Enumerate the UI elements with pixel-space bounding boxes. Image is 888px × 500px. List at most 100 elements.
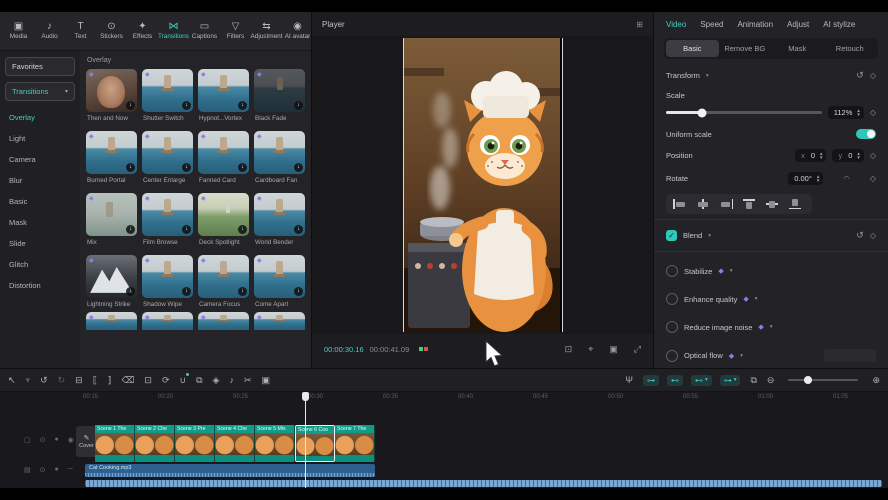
sidebar-item-light[interactable]: Light <box>5 128 75 149</box>
zoom-out-icon[interactable]: ⊖ <box>767 375 775 386</box>
Center Enlarge[interactable]: ◆ ↓ Center Enlarge <box>142 131 193 188</box>
toolbar-captions[interactable]: ▭ Captions <box>190 20 219 42</box>
crop-icon[interactable]: ⊡ <box>144 375 152 386</box>
Mix[interactable]: ◆ ↓ Mix <box>86 193 137 250</box>
scale-slider[interactable] <box>666 111 822 114</box>
delete-icon[interactable]: ⌫ <box>122 375 135 386</box>
zoom-in-icon[interactable]: ⊕ <box>872 375 880 386</box>
mute-track-icon[interactable]: ● <box>55 436 59 444</box>
position-x-box[interactable]: x 0 ▲▼ <box>795 149 826 162</box>
Shutter Switch[interactable]: ◆ ↓ Shutter Switch <box>142 69 193 126</box>
Shadow Wipe[interactable]: ◆ ↓ Shadow Wipe <box>142 255 193 312</box>
rotate-dial-icon[interactable]: ◠ <box>843 174 850 183</box>
chevron-down-icon[interactable]: ▾ <box>706 73 709 79</box>
select-tool-caret[interactable]: ▾ <box>26 375 31 386</box>
subtab-retouch[interactable]: Retouch <box>824 40 877 57</box>
scale-stepper[interactable]: ▲▼ <box>856 109 860 117</box>
sidebar-item-overlay[interactable]: Overlay <box>5 107 75 128</box>
clip-scene-4[interactable]: Scene 4 Che <box>215 425 255 462</box>
Camera Focus[interactable]: ◆ ↓ Camera Focus <box>198 255 249 312</box>
audio-tool-icon[interactable]: ♪ <box>229 375 234 385</box>
toolbar-effects[interactable]: ✦ Effects <box>128 20 157 42</box>
clip-scene-3[interactable]: Scene 3 Pre <box>175 425 215 462</box>
clip-scene-2[interactable]: Scene 2 Che <box>135 425 175 462</box>
toolbar-audio[interactable]: ♪ Audio <box>35 20 64 42</box>
tab-video[interactable]: Video <box>666 20 686 29</box>
toolbar-filters[interactable]: ▽ Filters <box>221 20 250 42</box>
blend-checkbox[interactable]: ✓ <box>666 230 677 241</box>
undo-icon[interactable]: ↺ <box>40 375 48 386</box>
zoom-slider-knob[interactable] <box>804 376 812 384</box>
microphone-icon[interactable]: Ψ <box>625 375 633 385</box>
toolbar-transitions[interactable]: ⋈ Transitions <box>159 20 188 42</box>
Hypnot...Vortex[interactable]: ◆ ↓ Hypnot...Vortex <box>198 69 249 126</box>
sidebar-item-mask[interactable]: Mask <box>5 212 75 233</box>
lock-track-icon[interactable]: ⊙ <box>40 436 46 444</box>
tab-ai-stylize[interactable]: AI stylize <box>823 20 855 29</box>
section-checkbox[interactable] <box>666 265 678 277</box>
align-left-icon[interactable] <box>670 197 690 211</box>
select-tool-icon[interactable]: ↖ <box>8 375 16 386</box>
track-type-icon[interactable]: ▢ <box>24 436 31 444</box>
preview-axis-icon[interactable]: ▣ <box>261 375 270 386</box>
Film Browse[interactable]: ◆ ↓ Film Browse <box>142 193 193 250</box>
sidebar-item-blur[interactable]: Blur <box>5 170 75 191</box>
transition-tile-partial[interactable]: ◆ <box>86 312 137 330</box>
uniform-scale-toggle[interactable] <box>856 129 876 139</box>
transition-tile-partial[interactable]: ◆ <box>142 312 193 330</box>
clip-scene-7[interactable]: Scene 7 The <box>335 425 375 462</box>
Come Apart[interactable]: ◆ ↓ Come Apart <box>254 255 305 312</box>
timeline-zoom-slider[interactable] <box>788 379 858 382</box>
subtab-mask[interactable]: Mask <box>771 40 824 57</box>
toolbar-stickers[interactable]: ⊙ Stickers <box>97 20 126 42</box>
collapse-audio-track-icon[interactable]: ─ <box>68 466 73 474</box>
chevron-down-icon[interactable]: ▾ <box>740 353 743 359</box>
lock-audio-track-icon[interactable]: ⊙ <box>40 466 46 474</box>
clip-scene-6[interactable]: Scene 6 Coo <box>295 425 335 462</box>
section-checkbox[interactable] <box>666 293 678 305</box>
toolbar-adjustment[interactable]: ⇆ Adjustment <box>252 20 281 42</box>
sidebar-item-camera[interactable]: Camera <box>5 149 75 170</box>
timeline-ruler[interactable]: 00:1500:2000:2500:3000:3500:4000:4500:50… <box>0 392 888 406</box>
audio-track-type-icon[interactable]: ▤ <box>24 466 31 474</box>
redo-icon[interactable]: ↻ <box>58 375 66 386</box>
position-keyframe-icon[interactable]: ◇ <box>870 151 876 160</box>
clip-scene-1[interactable]: Scene 1 The <box>95 425 135 462</box>
chevron-down-icon[interactable]: ▾ <box>708 233 711 239</box>
chevron-down-icon[interactable]: ▾ <box>730 268 733 274</box>
position-y-stepper[interactable]: ▲▼ <box>856 152 860 160</box>
tab-adjust[interactable]: Adjust <box>787 20 809 29</box>
align-top-icon[interactable] <box>739 197 759 211</box>
section-checkbox[interactable] <box>666 321 678 333</box>
blend-keyframe-icon[interactable]: ◇ <box>870 231 876 240</box>
sidebar-item-distortion[interactable]: Distortion <box>5 275 75 296</box>
transition-tile-partial[interactable]: ◆ <box>198 312 249 330</box>
position-y-box[interactable]: y 0 ▲▼ <box>832 149 863 162</box>
clip-scene-5[interactable]: Scene 5 Mix <box>255 425 295 462</box>
animation-out-button[interactable]: ⊶ ▾ <box>720 375 741 386</box>
mirror-preview-icon[interactable]: ⧉ <box>750 375 756 386</box>
player-menu-icon[interactable]: ⊞ <box>636 20 643 29</box>
subtab-basic[interactable]: Basic <box>666 40 719 57</box>
animation-in-button[interactable]: ⊷ ▾ <box>691 375 712 386</box>
sidebar-item-basic[interactable]: Basic <box>5 191 75 212</box>
toolbar-ai-avatar[interactable]: ◉ AI avatar <box>283 20 312 42</box>
tab-speed[interactable]: Speed <box>700 20 723 29</box>
fullscreen-icon[interactable]: ⤢ <box>634 344 641 355</box>
Then and Now[interactable]: ◆ ↓ Then and Now <box>86 69 137 126</box>
grid-icon[interactable]: ▣ <box>609 344 618 355</box>
mute-audio-track-icon[interactable]: ● <box>55 466 59 474</box>
transition-tile-partial[interactable]: ◆ <box>254 312 305 330</box>
align-center-v-icon[interactable] <box>762 197 782 211</box>
keyframe-diamond-icon[interactable]: ◇ <box>870 71 876 80</box>
tab-animation[interactable]: Animation <box>737 20 773 29</box>
align-bottom-icon[interactable] <box>785 197 805 211</box>
rotate-stepper[interactable]: ▲▼ <box>816 175 820 183</box>
trim-right-icon[interactable]: ⟧ <box>107 375 111 386</box>
sidebar-item-slide[interactable]: Slide <box>5 233 75 254</box>
chevron-down-icon[interactable]: ▾ <box>770 324 773 330</box>
position-x-stepper[interactable]: ▲▼ <box>819 152 823 160</box>
rotate-value-box[interactable]: 0.00° ▲▼ <box>788 172 823 185</box>
blend-reset-icon[interactable]: ↺ <box>856 230 864 241</box>
World Bender[interactable]: ◆ ↓ World Bender <box>254 193 305 250</box>
